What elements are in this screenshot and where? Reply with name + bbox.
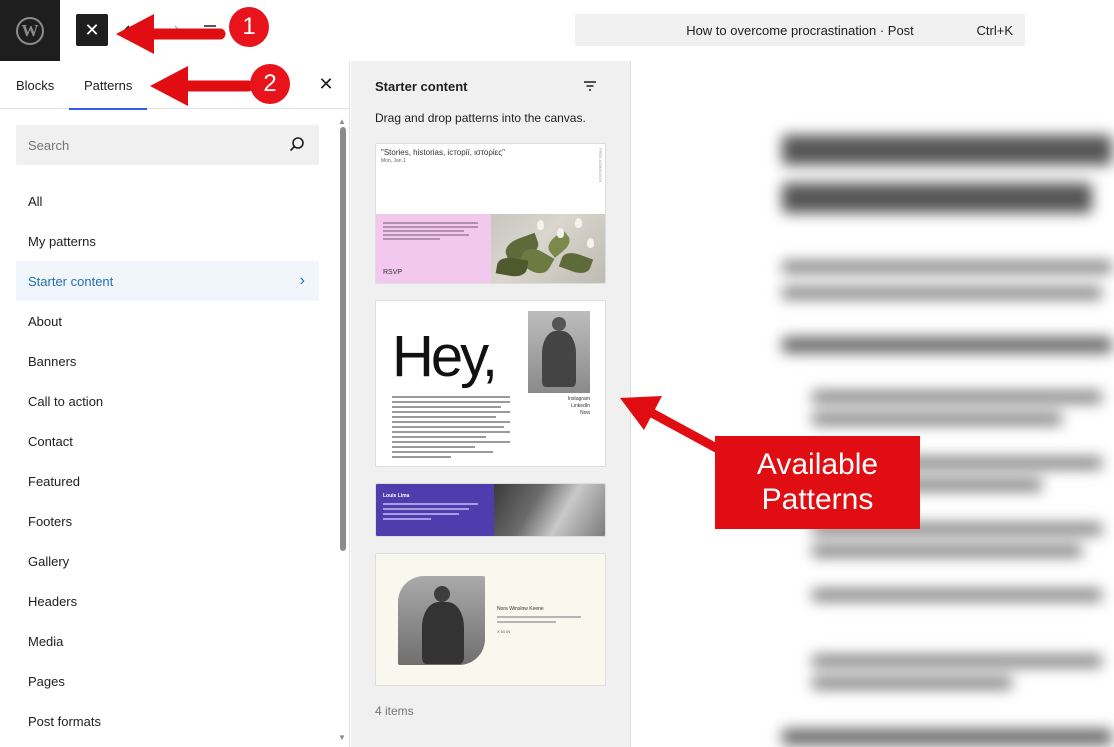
annotation-arrow-1: [116, 14, 226, 54]
annotation-callout: Available Patterns: [715, 436, 920, 529]
search-box: [16, 125, 319, 165]
inserter-panel: Blocks Patterns ✕ All My patterns Starte…: [0, 61, 350, 747]
annotation-arrow-3: [620, 396, 725, 455]
category-post-formats[interactable]: Post formats: [16, 701, 319, 741]
pattern-category-list: All My patterns Starter content › About …: [16, 181, 319, 741]
pattern-purple-block: Louis Lima: [376, 484, 494, 536]
command-palette-bar[interactable]: How to overcome procrastination · Post C…: [575, 14, 1025, 46]
category-my-patterns[interactable]: My patterns: [16, 221, 319, 261]
category-gallery[interactable]: Gallery: [16, 541, 319, 581]
category-label: Headers: [28, 593, 78, 609]
annotation-badge-2: 2: [250, 64, 290, 104]
category-about[interactable]: About: [16, 301, 319, 341]
portrait-photo: [398, 576, 485, 665]
wordpress-logo-button[interactable]: W: [0, 0, 60, 61]
tab-blocks[interactable]: Blocks: [16, 61, 54, 109]
category-starter-content[interactable]: Starter content ›: [16, 261, 319, 301]
category-media[interactable]: Media: [16, 621, 319, 661]
scroll-down-arrow-icon[interactable]: ▼: [338, 733, 346, 742]
document-title: How to overcome procrastination · Post: [686, 23, 914, 38]
pattern-text-lines: [497, 616, 581, 626]
category-contact[interactable]: Contact: [16, 421, 319, 461]
filter-icon[interactable]: [581, 77, 599, 95]
pattern-text-lines: [392, 396, 510, 461]
pattern-pink-block: RSVP: [376, 214, 491, 283]
category-pages[interactable]: Pages: [16, 661, 319, 701]
pattern-link: LinkedIn: [571, 403, 590, 409]
pattern-text-lines: [383, 503, 478, 523]
category-label: Banners: [28, 353, 77, 369]
annotation-badge-1: 1: [229, 7, 269, 47]
pattern-count: 4 items: [375, 704, 414, 718]
category-label: My patterns: [28, 233, 96, 249]
category-label: Contact: [28, 433, 73, 449]
pattern-card-about[interactable]: Hey, Instagram LinkedIn Now: [375, 300, 606, 467]
tab-patterns-label: Patterns: [84, 77, 133, 93]
pattern-description: Drag and drop patterns into the canvas.: [375, 111, 586, 125]
category-banners[interactable]: Banners: [16, 341, 319, 381]
scrollbar-thumb[interactable]: [340, 127, 346, 551]
category-call-to-action[interactable]: Call to action: [16, 381, 319, 421]
category-label: Call to action: [28, 393, 104, 409]
command-shortcut: Ctrl+K: [976, 23, 1013, 38]
pattern-big-heading: Hey,: [392, 324, 498, 389]
category-label: Footers: [28, 513, 73, 529]
scroll-up-arrow-icon[interactable]: ▲: [338, 117, 346, 126]
annotation-arrow-2: [150, 66, 254, 106]
close-icon: ✕: [318, 73, 334, 94]
close-inserter-button[interactable]: ✕: [76, 14, 108, 46]
chevron-right-icon: ›: [299, 272, 305, 289]
pattern-card-profile[interactable]: Nora Winslow Keene X IG IN: [375, 553, 606, 686]
pattern-name: Nora Winslow Keene: [497, 606, 544, 612]
category-label: Media: [28, 633, 64, 649]
pattern-preview-top: "Stories, historias, iсторії, ιστορίες" …: [376, 144, 605, 214]
pattern-links: Instagram LinkedIn Now: [562, 396, 590, 417]
pattern-card-event[interactable]: "Stories, historias, iсторії, ιστορίες" …: [375, 143, 606, 284]
category-featured[interactable]: Featured: [16, 461, 319, 501]
plant-photo: [491, 214, 605, 283]
pattern-social-icons: X IG IN: [497, 629, 511, 634]
banner-photo: [494, 484, 605, 536]
pattern-rsvp-text: RSVP: [383, 269, 403, 276]
category-headers[interactable]: Headers: [16, 581, 319, 621]
category-label: Post formats: [28, 713, 101, 729]
category-footers[interactable]: Footers: [16, 501, 319, 541]
portrait-photo: [528, 311, 590, 393]
pattern-link: Instagram: [567, 396, 590, 402]
pattern-vertical-text: FREE ADMISSION: [598, 148, 603, 183]
search-input[interactable]: [16, 125, 276, 165]
category-label: Gallery: [28, 553, 70, 569]
category-all[interactable]: All: [16, 181, 319, 221]
close-panel-button[interactable]: ✕: [316, 74, 336, 94]
pattern-text-lines: [383, 222, 478, 242]
pattern-date: Mon, Jan 1: [381, 158, 406, 164]
pattern-heading: "Stories, historias, iсторії, ιστορίες": [381, 148, 505, 157]
pattern-link: Now: [579, 410, 590, 416]
close-icon: ✕: [84, 19, 100, 40]
category-label: Featured: [28, 473, 81, 489]
pattern-name: Louis Lima: [383, 493, 410, 499]
category-label: Pages: [28, 673, 65, 689]
category-label: About: [28, 313, 62, 329]
wordpress-logo-icon: W: [16, 16, 44, 45]
pattern-explorer-panel: Starter content Drag and drop patterns i…: [351, 61, 631, 747]
active-tab-indicator: [69, 108, 148, 110]
pattern-category-title: Starter content: [375, 79, 468, 94]
tab-patterns[interactable]: Patterns: [69, 61, 148, 110]
pattern-card-banner[interactable]: Louis Lima: [375, 483, 606, 537]
category-label: All: [28, 193, 43, 209]
search-icon[interactable]: [287, 135, 307, 155]
category-label: Starter content: [28, 273, 114, 289]
